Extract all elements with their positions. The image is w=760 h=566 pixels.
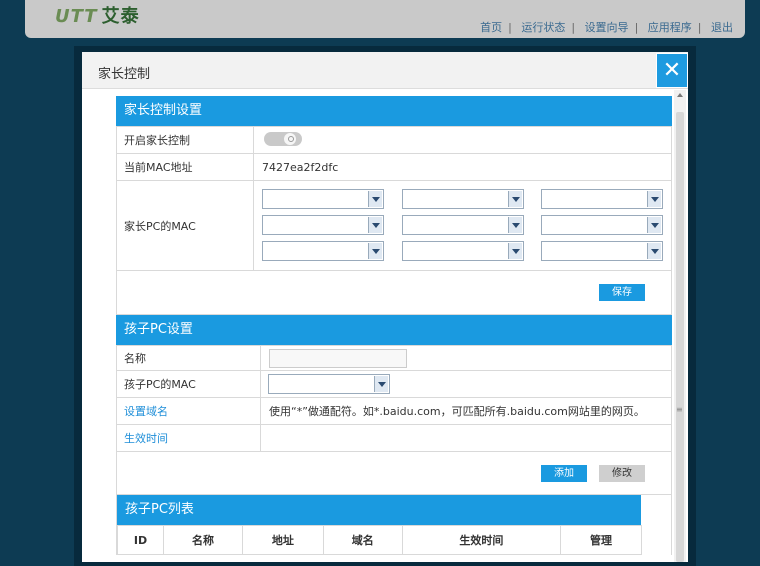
scroll-up-icon[interactable] [677, 93, 683, 97]
domain-link[interactable]: 设置域名 [116, 397, 261, 425]
close-icon: ✕ [662, 58, 682, 83]
dialog-content: 家长控制设置 开启家长控制 当前MAC地址 7427ea2f2dfc 家长PC的… [116, 90, 672, 555]
nav-logout[interactable]: 退出 [711, 21, 733, 34]
nav-home[interactable]: 首页 [480, 21, 502, 34]
parent-mac-select[interactable] [401, 241, 524, 261]
chevron-down-icon [507, 243, 522, 259]
chevron-down-icon [374, 376, 388, 392]
parent-mac-select[interactable] [541, 215, 663, 235]
child-settings-table: 名称 孩子PC的MAC 设置域名 使用“*”做通配符。如*.baidu.com，… [116, 345, 672, 495]
parent-mac-grid [255, 184, 670, 267]
dialog-title: 家长控制 [98, 67, 151, 82]
dialog-header: 家长控制 ✕ [82, 52, 688, 89]
add-button[interactable]: 添加 [541, 464, 587, 482]
nav-status[interactable]: 运行状态 [521, 21, 565, 34]
parental-control-dialog: 家长控制 ✕ 家长控制设置 开启家长控制 当前MAC地址 7427ea2f2df… [82, 52, 688, 562]
chevron-down-icon [368, 217, 382, 233]
chevron-down-icon [507, 191, 522, 207]
parent-mac-select[interactable] [262, 241, 384, 261]
logo-text: 艾泰 [101, 6, 140, 27]
domain-hint: 使用“*”做通配符。如*.baidu.com，可匹配所有.baidu.com网站… [269, 405, 645, 418]
current-mac-value: 7427ea2f2dfc [262, 160, 339, 174]
nav-wizard[interactable]: 设置向导 [585, 21, 629, 34]
chevron-down-icon [647, 191, 661, 207]
parent-mac-label: 家长PC的MAC [116, 180, 254, 271]
scrollbar[interactable]: ≡ [674, 90, 686, 562]
col-id: ID [116, 525, 165, 555]
col-manage: 管理 [560, 525, 642, 555]
time-link[interactable]: 生效时间 [116, 424, 261, 452]
parent-settings-table: 开启家长控制 当前MAC地址 7427ea2f2dfc 家长PC的MAC 保存 [116, 126, 672, 315]
chevron-down-icon [368, 243, 382, 259]
grip-icon: ≡ [676, 405, 683, 414]
name-input[interactable] [269, 348, 407, 368]
parent-mac-select[interactable] [262, 189, 384, 209]
chevron-down-icon [647, 217, 661, 233]
enable-label: 开启家长控制 [116, 126, 254, 154]
logo-mark: UTT [55, 6, 98, 27]
logo: UTT 艾泰 [55, 2, 140, 28]
chevron-down-icon [507, 217, 522, 233]
child-list-table: ID 名称 地址 域名 生效时间 管理 [116, 525, 642, 555]
save-button[interactable]: 保存 [599, 284, 645, 301]
chevron-down-icon [368, 191, 382, 207]
child-list-header: 孩子PC列表 [117, 495, 641, 525]
parent-mac-select[interactable] [401, 189, 524, 209]
child-mac-label: 孩子PC的MAC [116, 370, 261, 398]
col-address: 地址 [241, 525, 324, 555]
parent-mac-select[interactable] [401, 215, 524, 235]
close-button[interactable]: ✕ [656, 53, 688, 88]
name-label: 名称 [116, 345, 261, 371]
parent-settings-header: 家长控制设置 [116, 96, 672, 126]
child-settings-header: 孩子PC设置 [116, 315, 672, 345]
current-mac-label: 当前MAC地址 [116, 153, 254, 181]
top-nav: 首页 | 运行状态 | 设置向导 | 应用程序 | 退出 [480, 21, 733, 34]
nav-apps[interactable]: 应用程序 [648, 21, 692, 34]
modify-button[interactable]: 修改 [599, 464, 645, 482]
parent-mac-select[interactable] [541, 189, 663, 209]
top-bar: UTT 艾泰 首页 | 运行状态 | 设置向导 | 应用程序 | 退出 [25, 0, 745, 38]
parent-mac-select[interactable] [262, 215, 384, 235]
col-time: 生效时间 [401, 525, 562, 555]
enable-toggle[interactable] [264, 131, 302, 146]
chevron-down-icon [647, 243, 661, 259]
col-domain: 域名 [322, 525, 403, 555]
parent-mac-select[interactable] [541, 241, 663, 261]
col-name: 名称 [163, 525, 243, 555]
scroll-thumb[interactable] [676, 112, 684, 562]
child-mac-select[interactable] [268, 374, 390, 394]
